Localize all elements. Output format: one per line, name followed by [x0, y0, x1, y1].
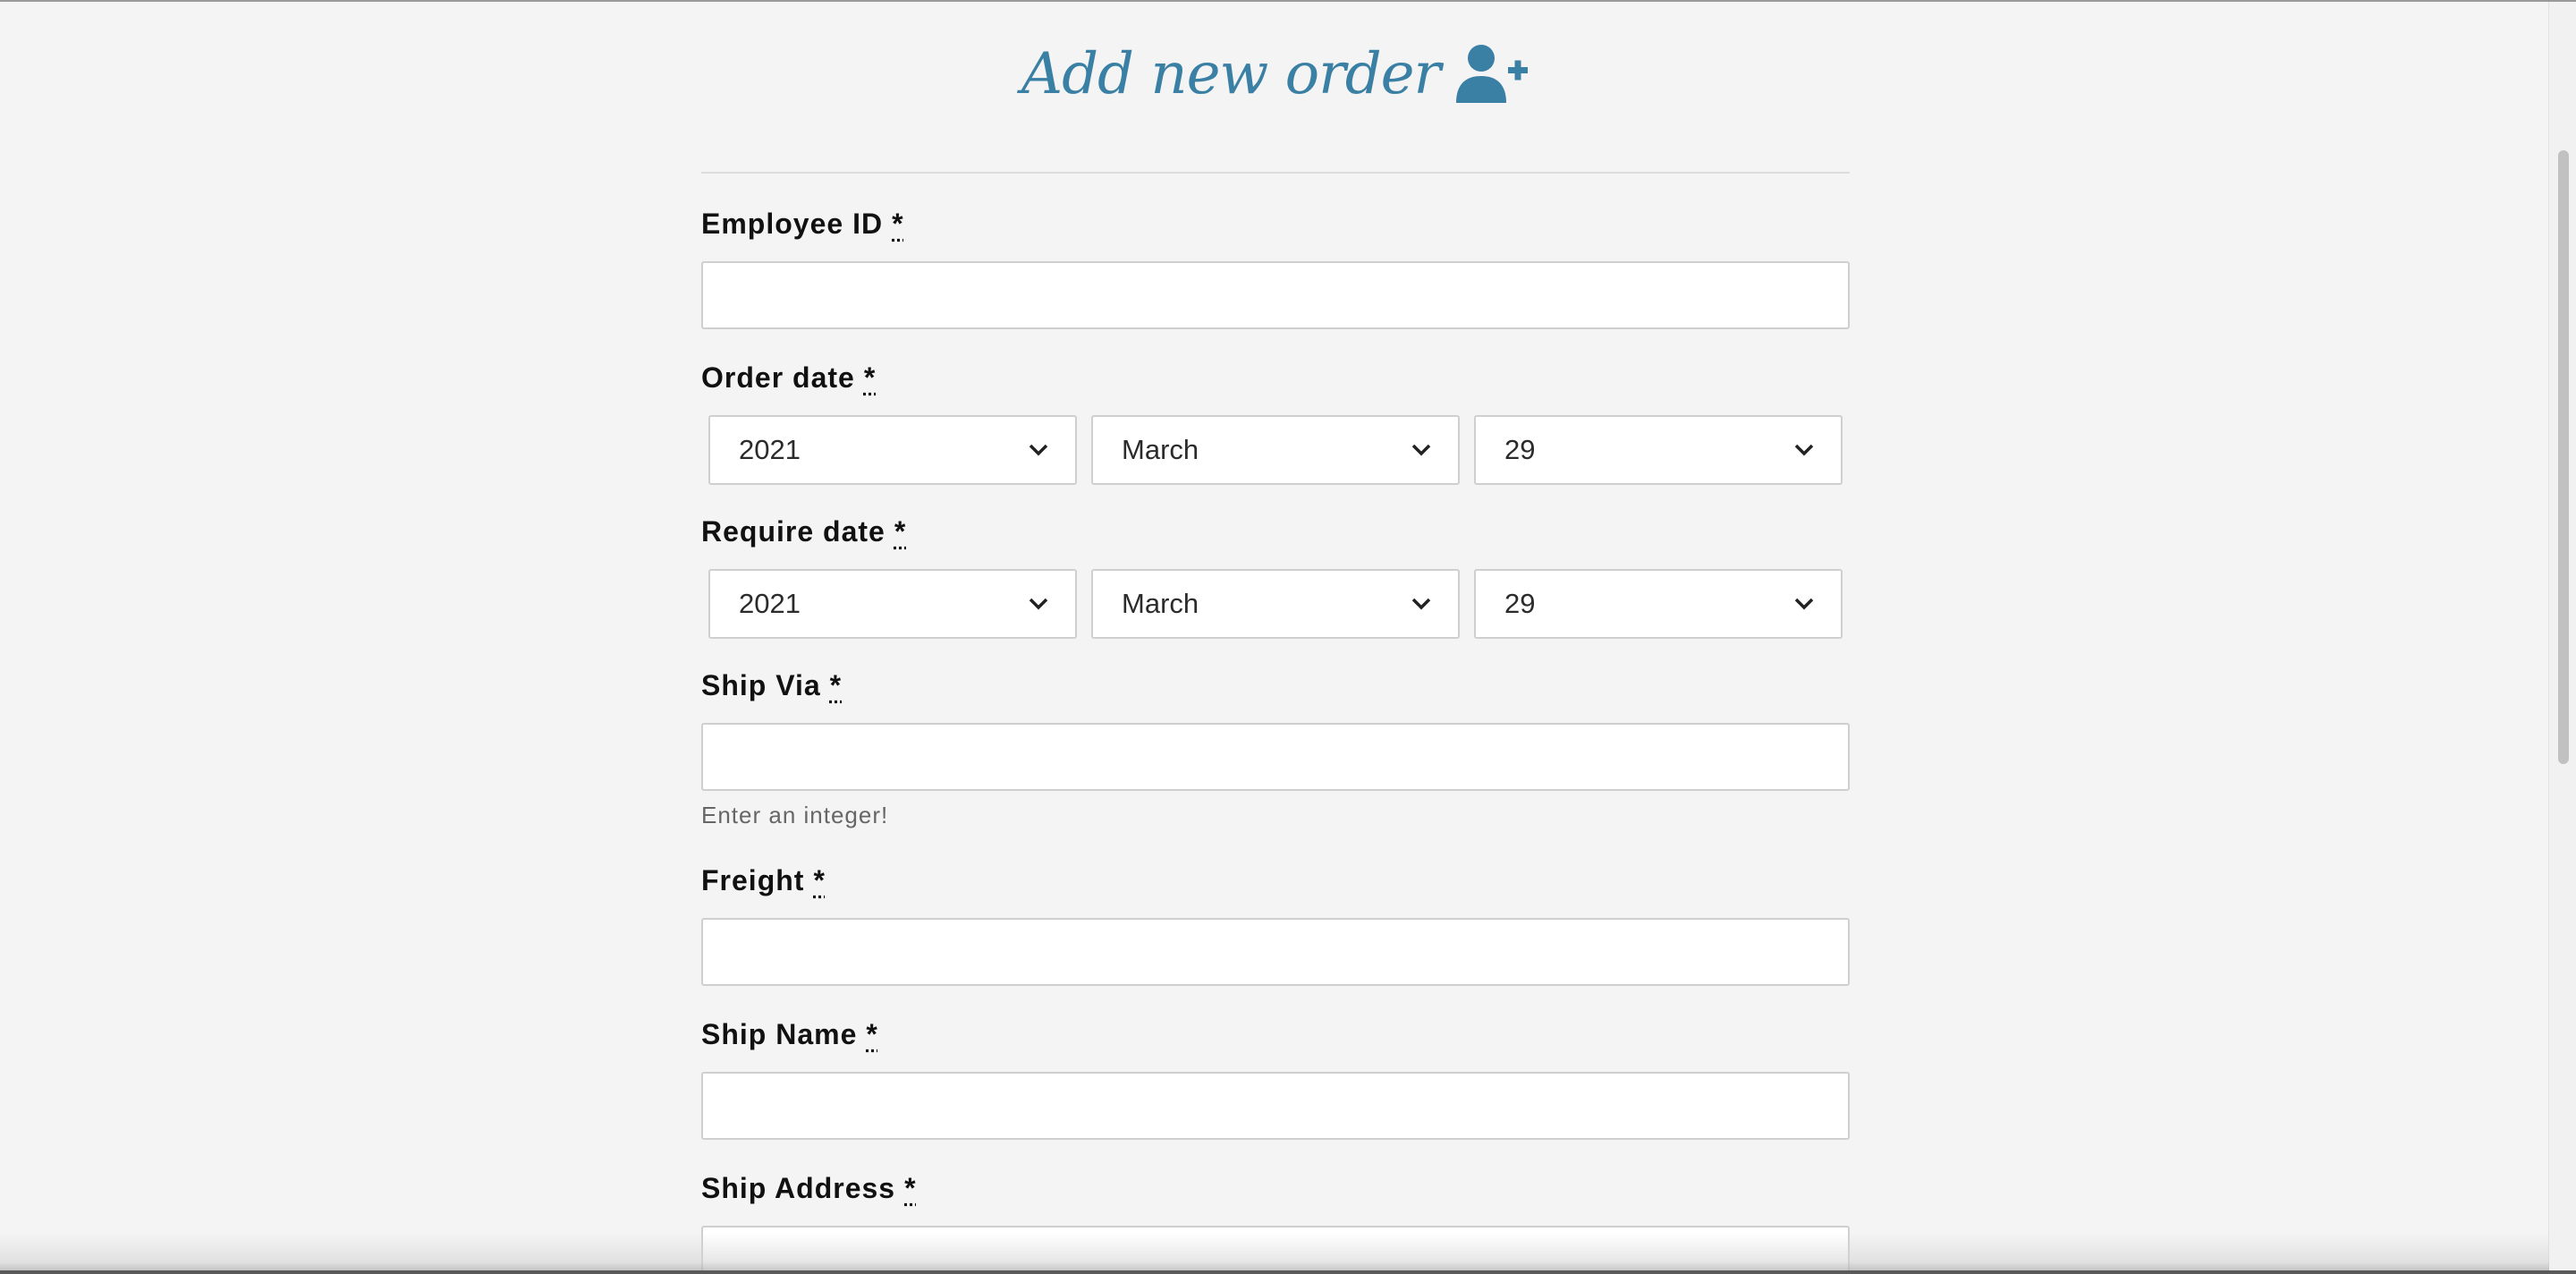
vertical-scrollbar[interactable] [2548, 2, 2576, 1270]
chevron-down-icon [1794, 598, 1814, 610]
required-marker: * [904, 1172, 916, 1204]
required-marker: * [892, 208, 903, 240]
require-date-year-select[interactable]: 2021 [708, 569, 1077, 639]
ship-address-input[interactable] [701, 1226, 1850, 1274]
require-date-day-select[interactable]: 29 [1474, 569, 1843, 639]
page-title: Add new order [701, 25, 1850, 123]
ship-name-input[interactable] [701, 1072, 1850, 1140]
require-date-year-value: 2021 [739, 588, 1029, 620]
ship-via-label-text: Ship Via [701, 669, 821, 701]
ship-name-label-text: Ship Name [701, 1018, 857, 1050]
chevron-down-icon [1029, 598, 1048, 610]
order-date-month-select[interactable]: March [1091, 415, 1460, 485]
page-title-text: Add new order [1021, 41, 1440, 107]
order-date-year-value: 2021 [739, 434, 1029, 466]
ship-address-label-text: Ship Address [701, 1172, 895, 1204]
required-marker: * [813, 864, 825, 896]
user-plus-icon [1454, 44, 1530, 105]
ship-via-label: Ship Via * [701, 669, 842, 702]
window-top-edge [0, 0, 2576, 2]
chevron-down-icon [1029, 444, 1048, 456]
ship-via-help-text: Enter an integer! [701, 802, 888, 829]
required-marker: * [866, 1018, 877, 1050]
freight-input[interactable] [701, 918, 1850, 986]
ship-via-input[interactable] [701, 723, 1850, 791]
require-date-month-value: March [1122, 588, 1411, 620]
require-date-label: Require date * [701, 515, 906, 548]
employee-id-label: Employee ID * [701, 208, 904, 241]
chevron-down-icon [1411, 598, 1431, 610]
require-date-day-value: 29 [1504, 588, 1794, 620]
require-date-month-select[interactable]: March [1091, 569, 1460, 639]
title-divider [701, 172, 1850, 174]
freight-label: Freight * [701, 864, 826, 897]
required-marker: * [864, 361, 876, 394]
employee-id-label-text: Employee ID [701, 208, 883, 240]
scrollbar-thumb[interactable] [2558, 150, 2569, 764]
order-date-day-select[interactable]: 29 [1474, 415, 1843, 485]
order-date-day-value: 29 [1504, 434, 1794, 466]
ship-name-label: Ship Name * [701, 1018, 878, 1051]
ship-address-label: Ship Address * [701, 1172, 917, 1205]
employee-id-input[interactable] [701, 261, 1850, 329]
require-date-label-text: Require date [701, 515, 886, 548]
chevron-down-icon [1794, 444, 1814, 456]
order-date-month-value: March [1122, 434, 1411, 466]
required-marker: * [830, 669, 842, 701]
order-date-label-text: Order date [701, 361, 855, 394]
freight-label-text: Freight [701, 864, 804, 896]
window-bottom-edge [0, 1270, 2576, 1274]
chevron-down-icon [1411, 444, 1431, 456]
required-marker: * [894, 515, 906, 548]
order-date-year-select[interactable]: 2021 [708, 415, 1077, 485]
order-date-label: Order date * [701, 361, 876, 395]
